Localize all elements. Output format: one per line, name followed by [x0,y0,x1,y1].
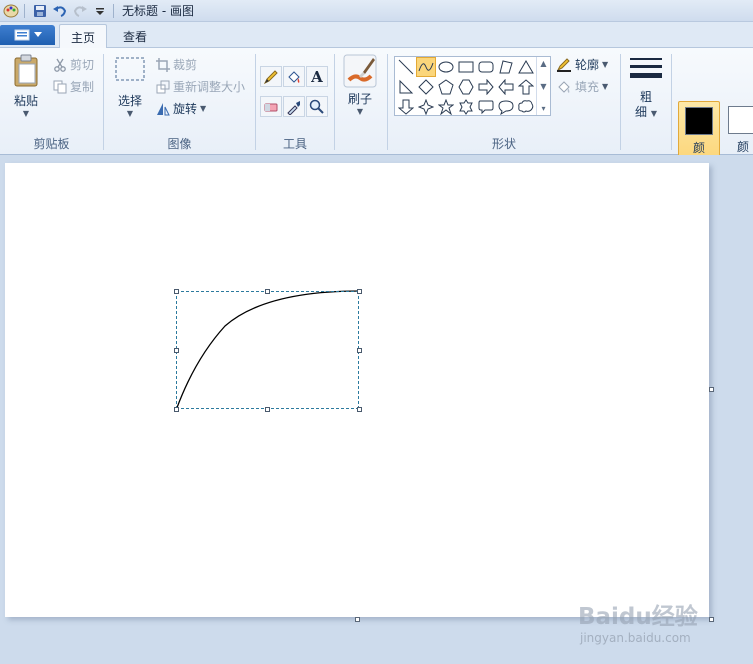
image-group: 选择 ▼ 裁剪 重新调整大小 旋转 ▼ 图像 [104,48,255,154]
size-dropdown-icon: ▼ [650,109,657,118]
eraser-icon [264,103,278,111]
rotate-dropdown-icon: ▼ [200,104,207,113]
chevron-down-icon [33,32,42,37]
eraser-button[interactable] [260,96,282,117]
cut-label: 剪切 [70,58,95,72]
select-dropdown-icon: ▼ [126,109,134,118]
rotate-button[interactable]: 旋转 ▼ [156,100,206,117]
magnifier-icon [309,99,324,114]
pencil-button[interactable] [260,66,282,87]
crop-button[interactable]: 裁剪 [156,56,197,73]
selection-handle[interactable] [265,407,270,412]
selection-handle[interactable] [174,289,179,294]
paste-button[interactable]: 粘贴 ▼ [8,54,44,118]
tools-group-label: 工具 [282,137,307,151]
canvas-resize-handle-bottom[interactable] [355,617,360,622]
crop-icon [156,57,170,72]
redo-icon[interactable] [71,2,89,20]
title-separator [113,3,114,18]
clipboard-group-label: 剪贴板 [33,137,70,151]
resize-icon [156,80,170,93]
shapes-group: 形状 [388,48,620,154]
title-bar: 无标题 - 画图 [0,0,753,22]
group-divider [334,54,335,150]
selection-handle[interactable] [357,348,362,353]
selection-handle[interactable] [174,407,179,412]
cut-button[interactable]: 剪切 [53,56,94,73]
tab-view[interactable]: 查看 [112,24,158,49]
paint-app-icon[interactable] [2,2,20,20]
group-divider [620,54,621,150]
color-2-swatch [728,106,753,134]
select-label: 选择 [117,94,142,108]
brushes-button[interactable]: 刷子 ▼ [342,54,378,116]
color-picker-icon [287,100,300,115]
paint-menu-button[interactable] [0,25,55,45]
quick-access-separator [24,3,25,18]
drawing-canvas[interactable] [5,163,709,617]
color-1-swatch [685,107,713,135]
copy-label: 复制 [70,80,95,94]
customize-arrow-icon[interactable] [91,2,109,20]
color-2-label-line1: 颜 [736,140,749,154]
group-divider [671,54,672,150]
brushes-label: 刷子 [347,92,372,106]
copy-icon [53,80,67,93]
window-title: 无标题 - 画图 [122,4,194,18]
rotate-label: 旋转 [173,102,198,116]
color-picker-button[interactable] [283,96,305,117]
scissors-icon [54,58,66,72]
selection-handle[interactable] [357,289,362,294]
ribbon-tab-row: 主页 查看 [0,22,753,49]
size-label-line2: 细 [635,105,648,119]
clipboard-group: 粘贴 ▼ 剪切 复制 剪贴板 [0,48,103,154]
rotate-icon [157,102,170,115]
shapes-group-label: 形状 [491,137,516,151]
watermark-url: jingyan.baidu.com [580,631,691,645]
select-button[interactable]: 选择 ▼ [112,56,148,118]
paint-menu-icon [14,29,29,41]
brushes-dropdown-icon: ▼ [356,107,364,116]
ribbon: 粘贴 ▼ 剪切 复制 剪贴板 选择 ▼ 裁剪 重新调整大小 旋转 ▼ 图像 A … [0,48,753,179]
selection-handle[interactable] [174,348,179,353]
image-group-label: 图像 [167,137,192,151]
fill-bucket-icon [288,70,300,83]
fill-button[interactable] [283,66,305,87]
line-size-icon [630,58,662,78]
size-label-line1: 粗 [639,90,652,104]
copy-button[interactable]: 复制 [53,78,94,95]
tab-home[interactable]: 主页 [59,24,108,49]
select-rect-icon [115,57,145,81]
shape-selection-box[interactable] [176,291,359,409]
text-button[interactable]: A [306,66,328,87]
save-icon[interactable] [31,2,49,20]
watermark-brand: Baidu经验 [578,604,698,630]
text-icon: A [311,67,323,86]
canvas-resize-handle-right[interactable] [709,387,714,392]
tools-group: A 工具 [256,48,334,154]
resize-label: 重新调整大小 [173,80,246,94]
pencil-icon [263,69,278,84]
canvas-workspace [0,155,753,664]
canvas-resize-handle-corner[interactable] [709,617,714,622]
paste-label: 粘贴 [13,94,38,108]
size-button[interactable]: 粗 细 ▼ [627,56,665,121]
crop-label: 裁剪 [173,58,198,72]
undo-icon[interactable] [51,2,69,20]
selection-handle[interactable] [357,407,362,412]
selection-handle[interactable] [265,289,270,294]
magnifier-button[interactable] [306,96,328,117]
brush-icon [343,54,377,88]
paste-icon [14,54,38,87]
paste-dropdown-icon: ▼ [22,109,30,118]
resize-button[interactable]: 重新调整大小 [156,78,245,95]
